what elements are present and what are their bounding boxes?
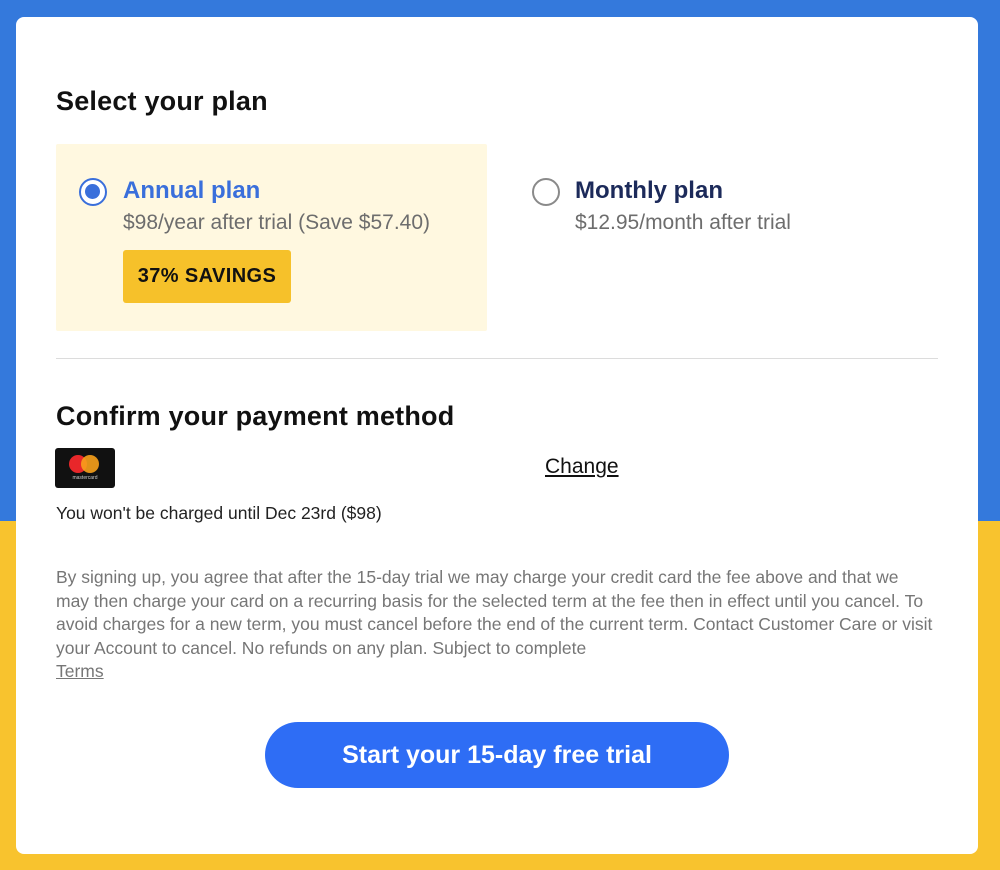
mastercard-icon: mastercard <box>55 448 115 488</box>
charge-date-note: You won't be charged until Dec 23rd ($98… <box>56 503 382 523</box>
trial-signup-card: Select your plan Annual plan $98/year af… <box>16 17 978 854</box>
section-divider <box>56 358 938 359</box>
legal-terms-text: By signing up, you agree that after the … <box>56 566 936 684</box>
select-plan-heading: Select your plan <box>56 86 268 116</box>
change-payment-link[interactable]: Change <box>545 455 619 479</box>
annual-plan-title[interactable]: Annual plan <box>123 177 260 205</box>
terms-link[interactable]: Terms <box>56 661 104 681</box>
annual-plan-price: $98/year after trial (Save $57.40) <box>123 211 431 234</box>
payment-method-heading: Confirm your payment method <box>56 401 455 431</box>
mastercard-icon-text: mastercard <box>72 475 98 481</box>
legal-body: By signing up, you agree that after the … <box>56 567 933 658</box>
savings-badge: 37% SAVINGS <box>123 250 291 303</box>
mastercard-yellow-circle <box>81 455 99 473</box>
annual-plan-radio-selected[interactable] <box>79 178 107 206</box>
monthly-plan-radio[interactable] <box>532 178 560 206</box>
start-free-trial-button[interactable]: Start your 15-day free trial <box>265 722 729 788</box>
monthly-plan-title[interactable]: Monthly plan <box>575 177 723 205</box>
monthly-plan-price: $12.95/month after trial <box>575 211 791 234</box>
radio-dot-icon <box>85 184 100 199</box>
